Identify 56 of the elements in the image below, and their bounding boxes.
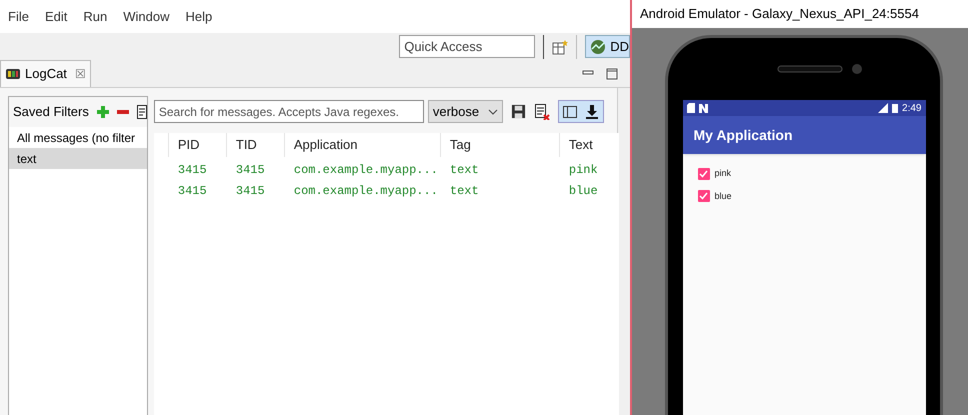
table-cell: 3415 [236,184,265,198]
notification-icon [698,104,708,112]
panel-title: Saved Filters [13,103,89,122]
status-time: 2:49 [902,102,922,116]
sd-card-icon [686,103,694,113]
globe-icon [590,38,606,54]
quick-access-field[interactable]: Quick Access [399,35,536,58]
close-icon[interactable]: ☒ [74,65,86,83]
perspective-button[interactable]: DD [585,35,630,58]
menu-item[interactable]: Run [83,6,108,26]
camera-icon [851,63,863,75]
column-header[interactable]: PID [178,135,200,155]
table-cell: com.example.myapp... [294,184,438,198]
filter-item[interactable]: text [9,148,147,169]
maximize-icon[interactable] [606,68,618,80]
add-icon[interactable] [96,106,109,118]
checkbox[interactable] [698,190,710,202]
save-icon[interactable] [510,104,526,119]
logcat-icon [5,68,21,80]
speaker-icon [777,65,843,73]
clear-log-icon[interactable] [534,104,550,120]
checkbox-label: blue [714,190,732,202]
table-cell: com.example.myapp... [294,162,438,176]
arrow-down-icon [586,104,598,118]
logcat-tab[interactable]: LogCat ☒ [0,60,91,87]
checkbox[interactable] [698,168,710,180]
window-title: Android Emulator - Galaxy_Nexus_API_24:5554 [640,5,919,24]
app-title: My Application [694,126,793,145]
table-cell: 3415 [236,162,265,176]
check-icon [699,192,708,200]
table-cell: 3415 [178,162,207,176]
table-cell: blue [568,184,598,198]
table-cell: text [450,184,479,198]
column-header[interactable]: Application [294,135,358,155]
menu-item[interactable]: Help [185,6,212,26]
check-icon [699,170,708,178]
menu-item[interactable]: File [8,6,29,26]
column-header[interactable]: Text [568,135,593,155]
search-field[interactable]: Search for messages. Accepts Java regexes. [154,100,424,123]
checkbox-label: pink [714,167,732,180]
signal-icon [878,103,888,113]
filter-item[interactable]: All messages (no filter [9,127,147,148]
column-header[interactable]: Tag [450,135,471,155]
column-header[interactable]: TID [236,135,257,155]
battery-icon [892,103,898,113]
level-dropdown[interactable]: verbose [428,100,503,123]
remove-icon[interactable] [116,110,129,114]
edit-icon[interactable] [136,105,147,119]
panel-icon [562,106,577,118]
table-cell: text [450,162,479,176]
chevron-down-icon [488,108,498,114]
menu-item[interactable]: Edit [44,6,68,26]
table-cell: 3415 [178,184,207,198]
table-cell: pink [568,162,598,176]
menu-item[interactable]: Window [123,6,170,26]
open-perspective-icon[interactable] [552,38,568,54]
